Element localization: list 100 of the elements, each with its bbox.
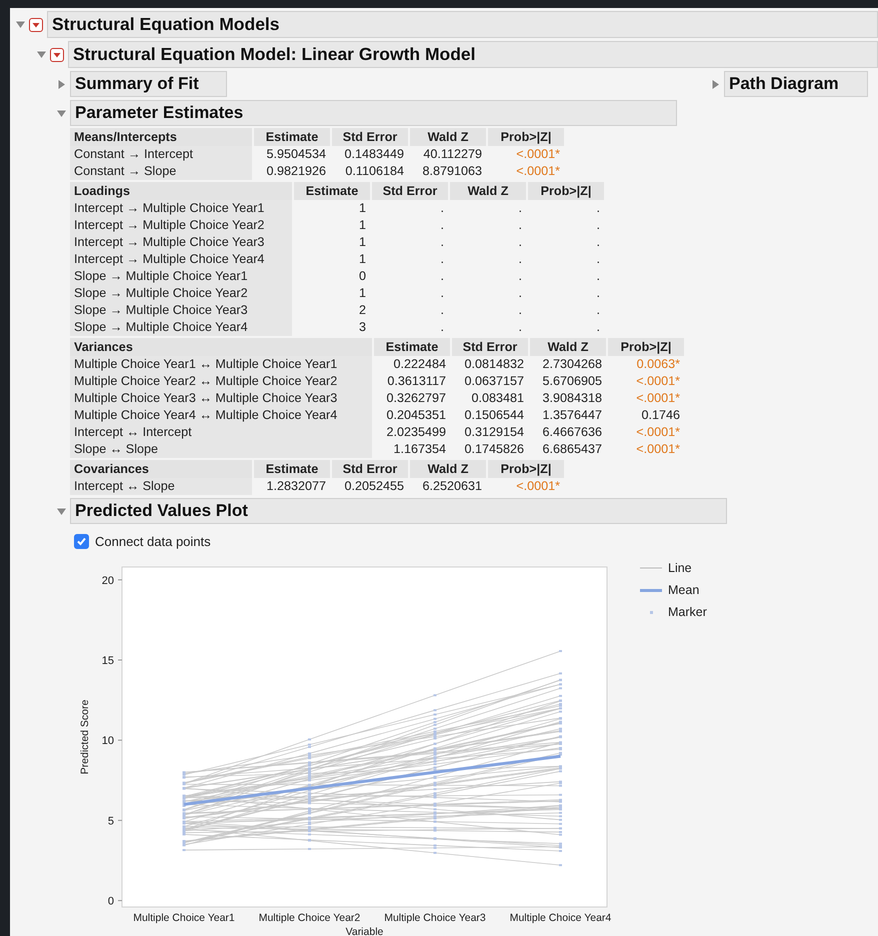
x-axis-label: Multiple Choice Year3 <box>384 912 486 924</box>
table-cell-text: . <box>518 217 523 234</box>
table-cell-text: 2.0235499 <box>385 424 447 441</box>
disclosure-icon[interactable] <box>16 20 25 29</box>
x-axis-title: Variable <box>346 926 384 936</box>
p-value: . <box>596 200 601 217</box>
p-value: <.0001* <box>635 424 681 441</box>
table-cell-text: . <box>518 302 523 319</box>
table-cell-text: 0.1483449 <box>343 146 405 163</box>
column-header: Estimate <box>254 460 330 478</box>
p-value: . <box>596 268 601 285</box>
row-label: Multiple Choice Year1 ↔ Multiple Choice Year1 <box>70 356 372 373</box>
p-value: . <box>596 302 601 319</box>
row-label: Constant → Intercept <box>70 146 252 163</box>
table-cell-text: 1.3576447 <box>541 407 603 424</box>
section-title: Summary of Fit <box>70 71 227 97</box>
p-value: 0.1746 <box>640 407 681 424</box>
y-tick-label: 0 <box>108 896 114 908</box>
table-cell-text: 0.083481 <box>470 390 525 407</box>
table-cell-text: 5.9504534 <box>265 146 327 163</box>
table-cell-text: . <box>518 319 523 336</box>
column-header: Estimate <box>374 338 450 356</box>
table-cell-text: 0.1106184 <box>344 163 405 180</box>
table-cell-text: . <box>440 234 445 251</box>
p-value: . <box>596 319 601 336</box>
table-cell-text: . <box>518 200 523 217</box>
checkbox[interactable] <box>74 534 89 549</box>
column-header: Estimate <box>254 128 330 146</box>
row-label: Multiple Choice Year2 ↔ Multiple Choice Year2 <box>70 373 372 390</box>
disclosure-icon[interactable] <box>57 108 66 118</box>
legend-label: Line <box>668 561 692 575</box>
table-cell-text: 6.6865437 <box>541 441 603 458</box>
table-cell-text: 0.3262797 <box>385 390 447 407</box>
y-tick-label: 15 <box>102 655 114 668</box>
checkbox-label: Connect data points <box>95 534 211 549</box>
table-cell-text: . <box>518 285 523 302</box>
table-cell-text: 0.1745826 <box>463 441 525 458</box>
table-cell-text: 0.0637157 <box>463 373 525 390</box>
table-cell-text: 0.2052455 <box>343 478 405 495</box>
section-title: Predicted Values Plot <box>70 498 727 524</box>
p-value: . <box>596 251 601 268</box>
column-header: Wald Z <box>530 338 606 356</box>
row-label: Intercept → Multiple Choice Year2 <box>70 217 292 234</box>
column-header: Estimate <box>294 182 370 200</box>
table-cell-text: 6.2520631 <box>421 478 483 495</box>
dropdown-menu-icon[interactable] <box>29 18 43 32</box>
table-cell-text: 1 <box>358 251 367 268</box>
disclosure-icon[interactable] <box>57 80 66 88</box>
row-label: Slope → Multiple Choice Year3 <box>70 302 292 319</box>
table-cell-text: 0.3129154 <box>463 424 525 441</box>
table-cell-text: . <box>440 217 445 234</box>
table-cell-text: . <box>440 200 445 217</box>
table-cell-text: . <box>440 251 445 268</box>
column-header: Prob>|Z| <box>488 128 564 146</box>
table-header: Covariances <box>70 460 252 478</box>
x-axis-label: Multiple Choice Year2 <box>258 912 360 924</box>
table-cell-text: 3.9084318 <box>541 390 603 407</box>
check-icon <box>76 536 87 547</box>
table-cell-text: 3 <box>358 319 367 336</box>
table-cell-text: . <box>440 268 445 285</box>
table-cell-text: 0.222484 <box>392 356 447 373</box>
row-label: Intercept → Multiple Choice Year3 <box>70 234 292 251</box>
dropdown-menu-icon[interactable] <box>50 48 64 62</box>
column-header: Prob>|Z| <box>608 338 684 356</box>
column-header: Prob>|Z| <box>528 182 604 200</box>
table-header: Loadings <box>70 182 292 200</box>
column-header: Std Error <box>332 128 408 146</box>
section-title: Parameter Estimates <box>70 100 677 126</box>
legend-label: Mean <box>668 583 700 597</box>
row-label: Slope → Multiple Choice Year1 <box>70 268 292 285</box>
disclosure-icon[interactable] <box>711 80 720 88</box>
disclosure-icon[interactable] <box>57 506 66 516</box>
x-axis-label: Multiple Choice Year1 <box>133 912 235 924</box>
table-cell-text: . <box>440 319 445 336</box>
column-header: Wald Z <box>410 460 486 478</box>
column-header: Std Error <box>452 338 528 356</box>
table-cell-text: 1.167354 <box>392 441 447 458</box>
table-cell-text: 1 <box>358 217 367 234</box>
report-title: Structural Equation Models <box>47 11 878 38</box>
table-cell-text: 0.1506544 <box>463 407 525 424</box>
row-label: Slope → Multiple Choice Year4 <box>70 319 292 336</box>
table-cell-text: 1 <box>358 285 367 302</box>
line-swatch-icon <box>640 567 662 569</box>
section-title: Path Diagram <box>724 71 868 97</box>
row-label: Intercept ↔ Intercept <box>70 424 372 441</box>
table-cell-text: 2 <box>358 302 367 319</box>
table-cell-text: 5.6706905 <box>541 373 603 390</box>
p-value: <.0001* <box>635 441 681 458</box>
y-axis-label: Predicted Score <box>79 700 91 774</box>
y-tick-label: 20 <box>102 574 114 587</box>
disclosure-icon[interactable] <box>37 50 46 59</box>
column-header: Std Error <box>372 182 448 200</box>
table-cell-text: 40.112279 <box>422 146 483 163</box>
p-value: . <box>596 285 601 302</box>
row-label: Intercept → Multiple Choice Year1 <box>70 200 292 217</box>
table-cell-text: 8.8791063 <box>421 163 483 180</box>
table-cell-text: . <box>440 285 445 302</box>
x-axis-label: Multiple Choice Year4 <box>510 912 612 924</box>
table-cell-text: 6.4667636 <box>541 424 603 441</box>
table-cell-text: 1 <box>358 234 367 251</box>
